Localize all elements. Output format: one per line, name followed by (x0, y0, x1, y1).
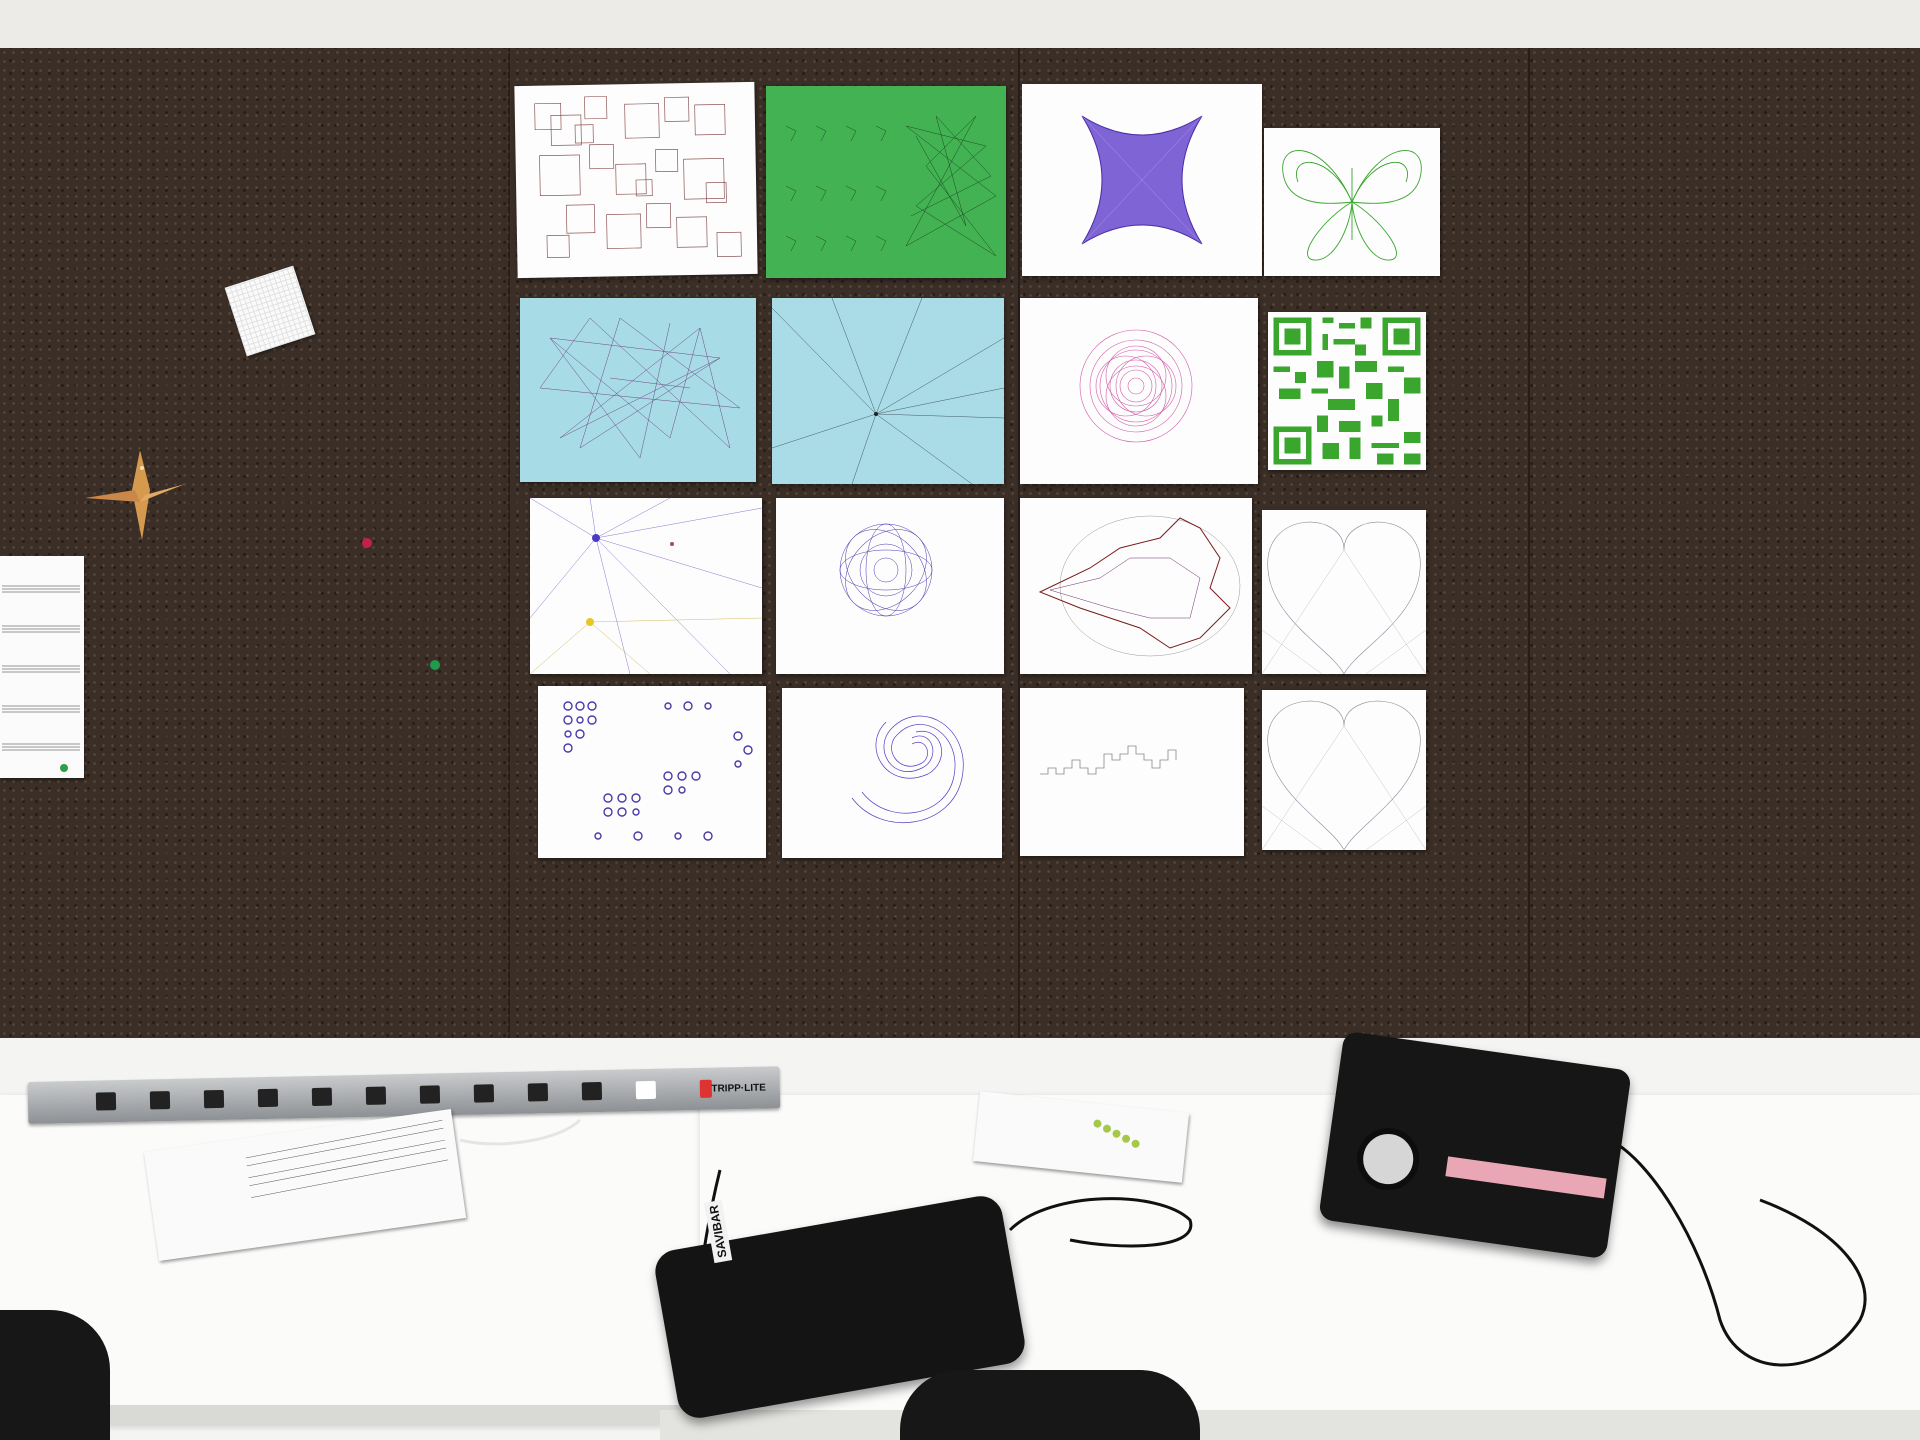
artwork-blue-network (520, 298, 756, 482)
artwork-heart-string-art-2 (1262, 690, 1426, 850)
artwork-blue-radial-lines (772, 298, 1004, 484)
pink-tape (1445, 1156, 1607, 1199)
artwork-mandelbrot-outline (1020, 498, 1252, 674)
projector (1318, 1030, 1632, 1260)
cork-seam (508, 48, 510, 1038)
push-pin-green (430, 660, 440, 670)
artwork-circle-sphere (776, 498, 1004, 674)
artwork-green-butterfly (1264, 128, 1440, 276)
artwork-green-qr-code (1268, 312, 1426, 470)
projector-lens (1353, 1124, 1424, 1195)
artwork-pink-spirograph (1020, 298, 1258, 484)
artwork-squares-grid (514, 81, 758, 279)
sheet-music-page (0, 556, 84, 778)
artwork-green-knight-lines (766, 86, 1006, 278)
artwork-dot-pattern (538, 686, 766, 858)
artwork-spiral-nautilus (782, 688, 1002, 858)
chair-back-left (0, 1310, 110, 1440)
artwork-dragon-curve (1020, 688, 1244, 856)
artwork-heart-string-art-1 (1262, 510, 1426, 674)
artwork-multi-color-rays (530, 498, 762, 674)
chair-back-center (900, 1370, 1200, 1440)
artwork-purple-astroid (1022, 84, 1262, 276)
origami-crane (85, 450, 185, 540)
wall-top (0, 0, 1920, 50)
cork-seam (1528, 48, 1530, 1038)
push-pin-red (362, 538, 372, 548)
